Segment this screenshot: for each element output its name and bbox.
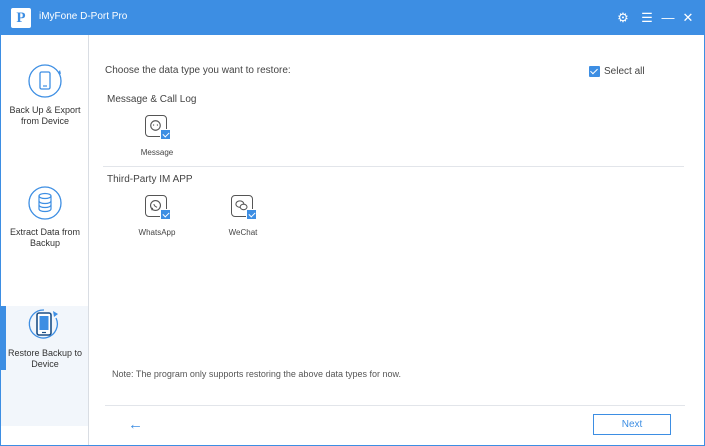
main-panel: Choose the data type you want to restore… [90, 35, 704, 445]
database-icon [28, 186, 62, 220]
close-icon[interactable]: ✕ [680, 10, 696, 26]
select-all-label: Select all [604, 66, 645, 78]
checkbox-checked-icon [589, 66, 600, 78]
title-bar: P iMyFone D-Port Pro ⚙ ☰ — ✕ [1, 1, 704, 35]
select-all-checkbox[interactable]: Select all [589, 63, 645, 78]
checkbox-checked-icon[interactable] [160, 209, 171, 220]
settings-icon[interactable]: ⚙ [615, 10, 631, 26]
sidebar-item-restore-backup[interactable]: Restore Backup to Device [1, 306, 88, 426]
restore-note: Note: The program only supports restorin… [112, 369, 401, 379]
section-divider [103, 166, 684, 167]
data-type-wechat[interactable]: WeChat [208, 195, 278, 245]
minimize-icon[interactable]: — [660, 10, 676, 26]
data-type-message[interactable]: Message [122, 115, 192, 165]
sidebar-item-label: Back Up & Export from Device [9, 105, 81, 126]
footer-divider [105, 405, 685, 406]
sidebar-item-label: Restore Backup to Device [7, 348, 83, 369]
phone-restore-icon [28, 309, 58, 339]
menu-icon[interactable]: ☰ [639, 10, 655, 26]
page-prompt: Choose the data type you want to restore… [105, 65, 291, 76]
checkbox-checked-icon[interactable] [246, 209, 257, 220]
back-arrow-icon[interactable]: ← [128, 417, 144, 433]
section-title: Third-Party IM APP [107, 174, 193, 185]
sidebar-item-backup-export[interactable]: Back Up & Export from Device [1, 47, 88, 167]
app-window: P iMyFone D-Port Pro ⚙ ☰ — ✕ Back Up & E… [0, 0, 705, 446]
phone-sync-icon [28, 64, 62, 98]
data-type-label: WeChat [228, 228, 258, 237]
next-button[interactable]: Next [593, 414, 671, 435]
section-title: Message & Call Log [107, 94, 197, 105]
app-title: iMyFone D-Port Pro [39, 11, 128, 22]
app-logo-icon: P [11, 8, 31, 28]
sidebar-item-extract-data[interactable]: Extract Data from Backup [1, 167, 88, 287]
sidebar-item-label: Extract Data from Backup [9, 227, 81, 248]
data-type-label: Message [140, 148, 174, 157]
data-type-label: WhatsApp [138, 228, 176, 237]
sidebar: Back Up & Export from Device Extract Dat… [1, 35, 89, 445]
checkbox-checked-icon[interactable] [160, 129, 171, 140]
data-type-whatsapp[interactable]: WhatsApp [122, 195, 192, 245]
